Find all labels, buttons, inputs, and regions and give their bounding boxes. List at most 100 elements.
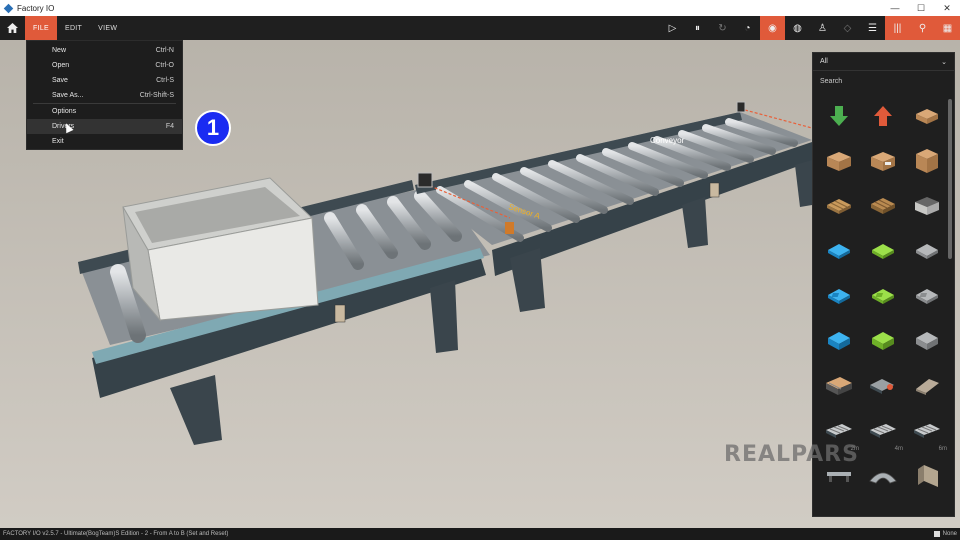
menu-file[interactable]: FILE (25, 16, 57, 40)
reset-button[interactable]: ↻ (710, 16, 735, 40)
green-base-icon (872, 288, 894, 304)
down-arrow-icon (830, 105, 848, 126)
roller-unit-icon (870, 378, 894, 394)
part-pallet-stack[interactable] (861, 183, 905, 228)
part-pallet-conveyor[interactable] (905, 453, 949, 498)
parts-button[interactable]: ||| (885, 16, 910, 40)
person-camera-button[interactable]: ♙ (810, 16, 835, 40)
realpars-watermark: REALPARS (724, 442, 859, 467)
part-roller-conveyor-4m[interactable]: 4m (861, 408, 905, 453)
menu-item-options[interactable]: Options (27, 104, 182, 119)
part-emitter[interactable] (861, 93, 905, 138)
bin-icon (915, 196, 939, 215)
metal-lid-icon (916, 331, 938, 350)
menu-item-label: Exit (52, 138, 64, 145)
part-roller-conveyor-6m[interactable]: 6m (905, 408, 949, 453)
part-blue-lid[interactable] (817, 318, 861, 363)
part-blue-base[interactable] (817, 273, 861, 318)
part-curved-conveyor[interactable] (861, 453, 905, 498)
part-metal-base[interactable] (905, 273, 949, 318)
menu-item-exit[interactable]: Exit (27, 134, 182, 149)
factory-io-logo-icon (3, 3, 14, 13)
part-pallet[interactable] (817, 183, 861, 228)
conveyor-label: Conveyor (650, 136, 685, 145)
menu-item-drivers[interactable]: Drivers F4 (27, 119, 182, 134)
part-box-labeled[interactable] (861, 138, 905, 183)
up-arrow-icon (874, 105, 892, 126)
metal-base-icon (916, 288, 938, 304)
timer-button[interactable]: ◔ (735, 16, 760, 40)
status-bar: FACTORY I/O v2.5.7 - Ultimate(BogTeam)S … (0, 528, 960, 540)
part-small-box[interactable] (905, 93, 949, 138)
menu-view[interactable]: VIEW (90, 16, 125, 40)
pallet-icon (827, 198, 851, 214)
pause-button[interactable]: ⏸ (685, 16, 710, 40)
driver-status[interactable]: None (933, 531, 957, 537)
minimize-button[interactable]: — (882, 0, 908, 16)
camera-orbit-icon: ◉ (768, 22, 777, 34)
menu-edit[interactable]: EDIT (57, 16, 90, 40)
step-number-badge: 1 (195, 110, 231, 146)
blue-raw-material-icon (828, 243, 850, 259)
file-menu-dropdown: New Ctrl-N Open Ctrl-O Save Ctrl-S Save As.… (26, 40, 183, 150)
diamond-button[interactable]: ◇ (835, 16, 860, 40)
large-box-icon (916, 148, 938, 173)
parts-icon: ||| (893, 22, 902, 34)
maximize-button[interactable]: ☐ (908, 0, 934, 16)
menu-item-open[interactable]: Open Ctrl-O (27, 58, 182, 73)
main-toolbar: FILE EDIT VIEW ▷ ⏸ ↻ ◔ ◉ ◍ ♙ ◇ ☰ ||| ⚲ ▦ (0, 16, 960, 40)
drivers-button[interactable]: ▦ (935, 16, 960, 40)
blue-base-icon (828, 288, 850, 304)
list-button[interactable]: ☰ (860, 16, 885, 40)
part-stacked-items[interactable] (817, 363, 861, 408)
length-label-6m: 6m (938, 446, 947, 452)
part-plate[interactable] (905, 363, 949, 408)
play-button[interactable]: ▷ (660, 16, 685, 40)
curved-conveyor-icon (869, 472, 897, 483)
chevron-down-icon: ⌄ (941, 58, 947, 66)
menu-item-shortcut: Ctrl-Shift-S (139, 92, 174, 99)
roller-conveyor-icon (826, 423, 852, 438)
part-green-lid[interactable] (861, 318, 905, 363)
driver-status-label: None (942, 531, 957, 537)
panel-scrollbar[interactable] (948, 99, 952, 259)
driver-icon (933, 531, 940, 537)
window-title: Factory IO (17, 3, 55, 13)
home-button[interactable] (0, 16, 25, 40)
menu-item-shortcut: Ctrl-S (156, 77, 174, 84)
search-input[interactable]: Search (813, 71, 954, 91)
roller-conveyor-icon (870, 423, 896, 438)
part-large-box[interactable] (905, 138, 949, 183)
medium-box-icon (827, 151, 851, 171)
part-medium-box[interactable] (817, 138, 861, 183)
part-metal-raw[interactable] (905, 228, 949, 273)
menu-item-label: Save (52, 77, 68, 84)
menu-item-save[interactable]: Save Ctrl-S (27, 73, 182, 88)
close-button[interactable]: ✕ (934, 0, 960, 16)
roller-conveyor-icon (914, 423, 940, 438)
part-roller-unit[interactable] (861, 363, 905, 408)
category-select-value: All (820, 58, 828, 65)
part-blue-raw[interactable] (817, 228, 861, 273)
part-remover[interactable] (817, 93, 861, 138)
part-metal-lid[interactable] (905, 318, 949, 363)
metal-raw-material-icon (916, 243, 938, 259)
part-bin[interactable] (905, 183, 949, 228)
menu-item-save-as[interactable]: Save As... Ctrl-Shift-S (27, 88, 182, 103)
category-select[interactable]: All ⌄ (813, 53, 954, 71)
tags-button[interactable]: ⚲ (910, 16, 935, 40)
camera-orbit-button[interactable]: ◉ (760, 16, 785, 40)
part-green-base[interactable] (861, 273, 905, 318)
menu-item-new[interactable]: New Ctrl-N (27, 43, 182, 58)
timer-icon: ◔ (744, 22, 751, 34)
status-text: FACTORY I/O v2.5.7 - Ultimate(BogTeam)S … (3, 531, 229, 537)
parts-grid: 2m 4m 6m (813, 91, 954, 498)
menu-item-shortcut: Ctrl-O (155, 62, 174, 69)
globe-button[interactable]: ◍ (785, 16, 810, 40)
menu-item-label: Open (52, 62, 70, 69)
home-icon (7, 23, 18, 33)
part-green-raw[interactable] (861, 228, 905, 273)
plate-icon (916, 378, 939, 395)
green-raw-material-icon (872, 243, 894, 259)
